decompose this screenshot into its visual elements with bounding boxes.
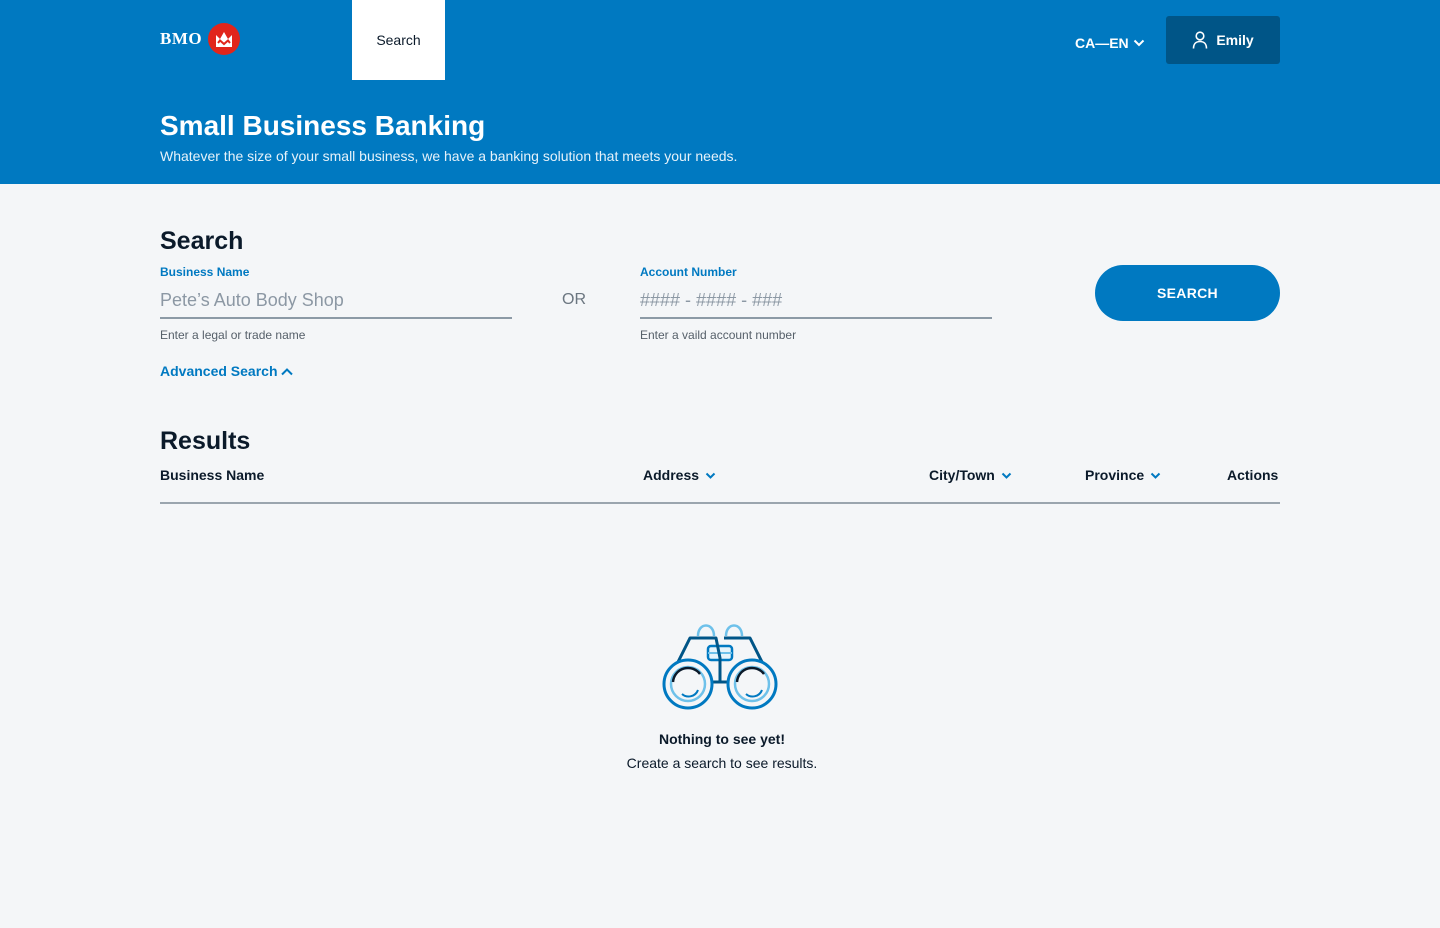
column-business-name: Business Name — [160, 467, 264, 483]
empty-state-title: Nothing to see yet! — [658, 731, 785, 747]
advanced-search-label: Advanced Search — [160, 363, 278, 379]
account-number-label: Account Number — [640, 265, 737, 279]
chevron-up-icon — [280, 367, 293, 375]
binoculars-icon — [662, 624, 778, 710]
user-icon — [1193, 31, 1208, 49]
page-title: Small Business Banking — [160, 110, 486, 141]
user-menu-button[interactable]: Emily — [1166, 16, 1280, 64]
column-province-label: Province — [1085, 467, 1145, 483]
column-address[interactable]: Address — [643, 467, 716, 483]
account-number-help: Enter a vaild account number — [640, 328, 797, 342]
chevron-down-icon — [705, 472, 716, 479]
page-subtitle: Whatever the size of your small business… — [160, 148, 738, 164]
tab-search-label: Search — [376, 32, 421, 48]
column-actions-label: Actions — [1227, 467, 1279, 483]
business-name-input[interactable] — [160, 283, 512, 319]
column-city-town-label: City/Town — [929, 467, 995, 483]
tab-search[interactable]: Search — [352, 0, 445, 80]
column-address-label: Address — [643, 467, 700, 483]
business-name-label: Business Name — [160, 265, 250, 279]
language-selector[interactable]: CA—EN — [1075, 34, 1145, 52]
bmo-logo[interactable]: BMO — [160, 23, 241, 55]
search-section-title: Search — [160, 227, 244, 255]
advanced-search-toggle[interactable]: Advanced Search — [160, 363, 294, 379]
brand-name: BMO — [160, 29, 203, 48]
column-city-town[interactable]: City/Town — [929, 467, 1012, 483]
or-divider: OR — [562, 291, 586, 308]
bmo-roundel-icon — [208, 23, 241, 55]
chevron-down-icon — [1001, 472, 1012, 479]
chevron-down-icon — [1133, 39, 1144, 47]
header: BMO Search CA—EN Emily Small Business Ba… — [0, 0, 1440, 184]
chevron-down-icon — [1150, 472, 1161, 479]
table-header-divider — [160, 502, 1280, 504]
language-label: CA—EN — [1075, 35, 1129, 51]
column-province[interactable]: Province — [1085, 467, 1161, 483]
user-name: Emily — [1216, 32, 1254, 48]
column-business-name-label: Business Name — [160, 467, 265, 483]
search-button[interactable]: SEARCH — [1095, 265, 1280, 321]
business-name-help: Enter a legal or trade name — [160, 328, 306, 342]
empty-state-subtitle: Create a search to see results. — [626, 755, 818, 771]
results-section-title: Results — [160, 427, 251, 455]
account-number-input[interactable] — [640, 283, 992, 319]
column-actions: Actions — [1227, 467, 1278, 483]
